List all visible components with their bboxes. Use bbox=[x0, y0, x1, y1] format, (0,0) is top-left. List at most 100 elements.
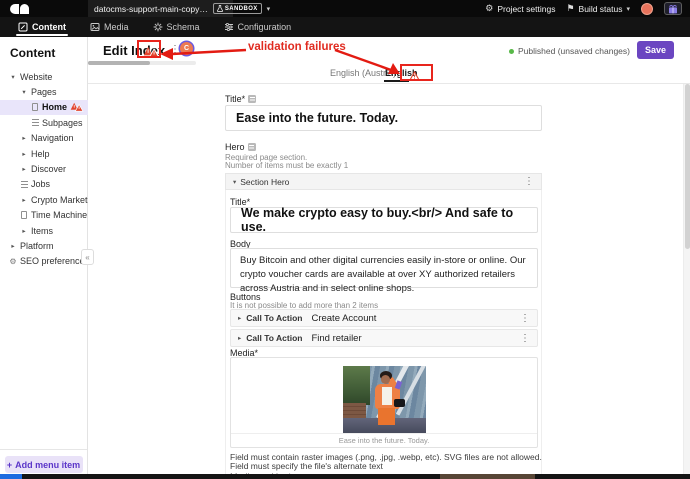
cta-menu-icon[interactable] bbox=[520, 313, 530, 324]
sidebar-item-label: Crypto Market bbox=[31, 194, 88, 205]
section-menu-icon[interactable] bbox=[524, 176, 534, 187]
sidebar-item-subpages[interactable]: Subpages bbox=[0, 115, 88, 130]
sidebar-item-label: Website bbox=[20, 71, 53, 82]
sidebar-item-platform[interactable]: Platform bbox=[0, 238, 88, 253]
section-title-input[interactable]: We make crypto easy to buy.<br/> And saf… bbox=[230, 206, 538, 234]
field-label-text: Title* bbox=[225, 94, 246, 104]
image-icon bbox=[90, 23, 100, 31]
sidebar-item-label: Jobs bbox=[31, 179, 51, 190]
schema-gear-icon bbox=[153, 22, 162, 32]
save-button[interactable]: Save bbox=[637, 41, 674, 59]
sidebar-item-label: Time Machine bbox=[31, 210, 88, 221]
sidebar-item-website[interactable]: Website bbox=[0, 69, 88, 84]
publish-status-label: Published (unsaved changes) bbox=[518, 46, 630, 56]
gear-icon: ⚙ bbox=[485, 3, 494, 13]
logo-shape-right bbox=[20, 3, 29, 14]
caret-right-icon[interactable] bbox=[238, 334, 241, 342]
sidebar-collapse-button[interactable]: « bbox=[81, 249, 94, 265]
section-header-label: Section Hero bbox=[240, 176, 290, 187]
vertical-scrollbar[interactable] bbox=[683, 84, 690, 479]
caret-down-icon[interactable] bbox=[233, 178, 236, 186]
gear-icon bbox=[9, 257, 16, 266]
chevron-down-icon bbox=[626, 5, 630, 13]
chevron-down-icon[interactable] bbox=[267, 5, 271, 13]
record-editor: Edit Index C Published (unsaved changes)… bbox=[88, 37, 690, 479]
record-menu-icon[interactable] bbox=[170, 44, 180, 55]
sliders-icon bbox=[224, 22, 233, 32]
plus-icon bbox=[7, 460, 12, 470]
cta-block-find-retailer[interactable]: Call To Action Find retailer bbox=[230, 329, 538, 347]
bottom-edge-strip bbox=[0, 474, 690, 479]
nav-tab-media[interactable]: Media bbox=[90, 17, 129, 37]
caret-right-icon[interactable] bbox=[22, 196, 25, 204]
localized-field-icon bbox=[248, 95, 257, 103]
photo-person-bag bbox=[393, 398, 405, 407]
section-body-textarea[interactable]: Buy Bitcoin and other digital currencies… bbox=[230, 248, 538, 294]
media-thumbnail[interactable] bbox=[343, 366, 426, 433]
sidebar-item-label: Platform bbox=[20, 240, 54, 251]
sidebar-item-items[interactable]: Items bbox=[0, 223, 88, 238]
sidebar-item-label: Subpages bbox=[42, 117, 83, 128]
sidebar-item-seo-preferences[interactable]: SEO preferences bbox=[0, 254, 89, 269]
nav-tab-schema[interactable]: Schema bbox=[153, 17, 200, 37]
cta-block-create-account[interactable]: Call To Action Create Account bbox=[230, 309, 538, 327]
media-error-2: Field must specify the file's alternate … bbox=[230, 461, 383, 471]
add-menu-item-button[interactable]: Add menu item bbox=[4, 456, 83, 473]
list-icon bbox=[20, 180, 28, 188]
annotation-rect-locale-warning bbox=[400, 64, 433, 81]
user-avatar[interactable] bbox=[641, 2, 653, 15]
content-tree: Website Pages Home Subpages Navigation H… bbox=[0, 69, 89, 269]
sidebar-item-label: Home bbox=[42, 102, 68, 113]
caret-down-icon[interactable] bbox=[11, 73, 14, 81]
datocms-app: datocms-support-main-copy… SANDBOX ⚙ Pro… bbox=[0, 0, 690, 479]
hero-field-label: Hero bbox=[225, 142, 256, 152]
sidebar-item-home[interactable]: Home bbox=[0, 99, 88, 116]
gift-icon bbox=[669, 4, 677, 13]
datocms-logo[interactable] bbox=[10, 3, 29, 14]
add-menu-item-label: Add menu item bbox=[15, 459, 81, 470]
field-label-text: Hero bbox=[225, 142, 245, 152]
photo-trees bbox=[343, 366, 371, 405]
sidebar-item-label: Pages bbox=[31, 87, 57, 98]
hero-hint-2: Number of items must be exactly 1 bbox=[225, 161, 349, 170]
caret-right-icon[interactable] bbox=[11, 242, 14, 250]
caret-right-icon[interactable] bbox=[238, 314, 241, 322]
horizontal-scrollbar[interactable] bbox=[88, 61, 196, 65]
annotation-text: validation failures bbox=[248, 41, 346, 53]
caret-right-icon[interactable] bbox=[22, 227, 25, 235]
caret-right-icon[interactable] bbox=[22, 165, 25, 173]
nav-tab-configuration[interactable]: Configuration bbox=[224, 17, 291, 37]
sidebar-item-label: Items bbox=[31, 225, 54, 236]
nav-tab-label: Content bbox=[32, 22, 66, 32]
scrollbar-thumb[interactable] bbox=[685, 84, 690, 249]
header-divider bbox=[88, 83, 690, 84]
project-settings-link[interactable]: ⚙ Project settings bbox=[485, 4, 555, 14]
document-icon bbox=[21, 211, 27, 220]
title-input[interactable]: Ease into the future. Today. bbox=[225, 105, 542, 131]
cta-type-label: Call To Action bbox=[246, 313, 303, 323]
flag-icon: ⚑ bbox=[566, 3, 575, 13]
scrollbar-thumb[interactable] bbox=[88, 61, 150, 65]
nav-tab-content[interactable]: Content bbox=[16, 17, 68, 37]
whats-new-button[interactable] bbox=[664, 2, 682, 15]
nav-tab-label: Schema bbox=[166, 22, 200, 32]
cta-menu-icon[interactable] bbox=[520, 333, 530, 344]
sidebar-item-navigation[interactable]: Navigation bbox=[0, 131, 88, 146]
sidebar-item-crypto-market[interactable]: Crypto Market bbox=[0, 192, 88, 207]
media-upload-field[interactable]: Ease into the future. Today. bbox=[230, 357, 538, 448]
sandbox-label: SANDBOX bbox=[224, 5, 258, 12]
project-switcher[interactable]: datocms-support-main-copy… SANDBOX bbox=[88, 0, 262, 17]
pencil-square-icon bbox=[18, 22, 28, 32]
caret-right-icon[interactable] bbox=[22, 150, 25, 158]
sidebar-item-jobs[interactable]: Jobs bbox=[0, 177, 88, 192]
photo-person-shirt bbox=[382, 386, 392, 405]
section-hero-header[interactable]: Section Hero bbox=[225, 173, 542, 190]
sidebar-item-discover[interactable]: Discover bbox=[0, 161, 88, 176]
build-status-menu[interactable]: ⚑ Build status bbox=[566, 4, 630, 14]
sidebar-item-pages[interactable]: Pages bbox=[0, 84, 88, 99]
caret-down-icon[interactable] bbox=[22, 88, 25, 96]
sidebar-item-time-machine[interactable]: Time Machine bbox=[0, 208, 88, 223]
sidebar-item-help[interactable]: Help bbox=[0, 146, 88, 161]
caret-right-icon[interactable] bbox=[22, 134, 25, 142]
cta-value: Find retailer bbox=[311, 332, 362, 344]
